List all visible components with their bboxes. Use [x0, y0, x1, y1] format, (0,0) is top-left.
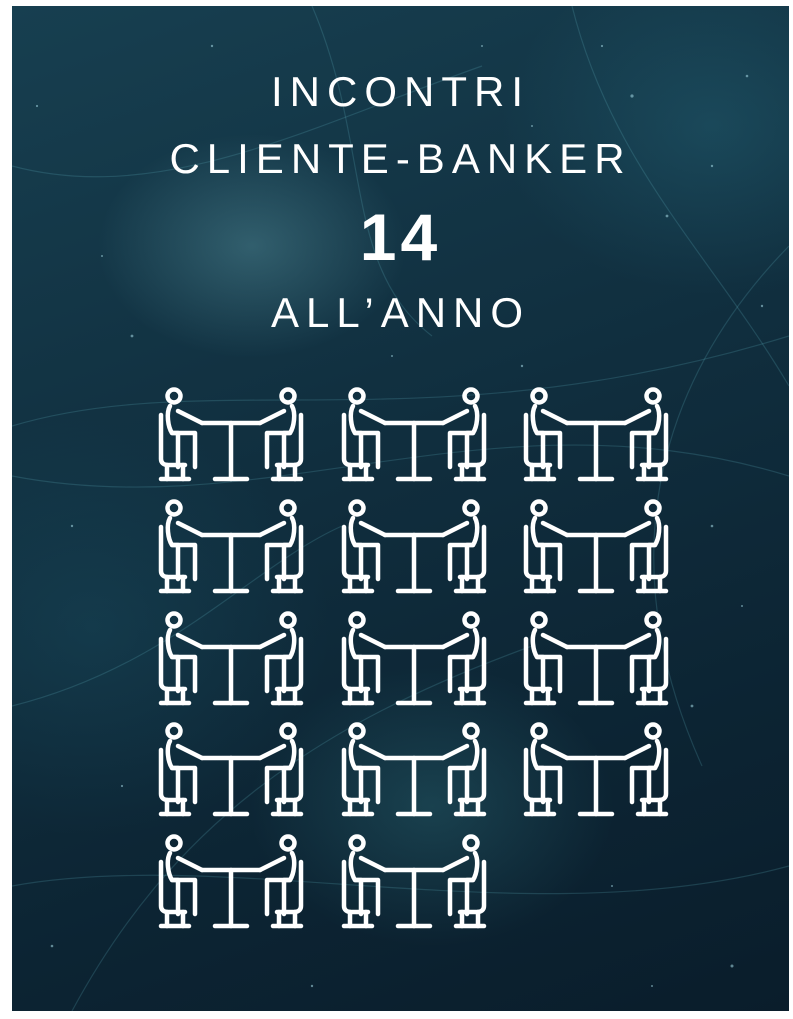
meeting-table-icon [338, 722, 490, 824]
title-line-cliente-banker: CLIENTE-BANKER [169, 135, 632, 182]
meeting-count: 14 [359, 200, 442, 274]
infographic-panel: INCONTRI CLIENTE-BANKER 14 ALL’ANNO [12, 6, 789, 1011]
title-line-incontri: INCONTRI [271, 68, 530, 115]
meeting-table-icon [155, 722, 307, 824]
meeting-table-icon [338, 387, 490, 489]
meeting-table-icon [155, 387, 307, 489]
meeting-table-icon [338, 834, 490, 936]
title-line-all-anno: ALL’ANNO [270, 289, 531, 336]
meeting-table-icon [155, 499, 307, 601]
meeting-table-icon [520, 722, 672, 824]
meeting-table-icon [520, 499, 672, 601]
meeting-table-icon [338, 611, 490, 713]
meeting-table-icon [155, 611, 307, 713]
meeting-table-icon [338, 499, 490, 601]
meeting-table-icon [155, 834, 307, 936]
meeting-table-icon [520, 611, 672, 713]
meeting-table-icon [520, 387, 672, 489]
